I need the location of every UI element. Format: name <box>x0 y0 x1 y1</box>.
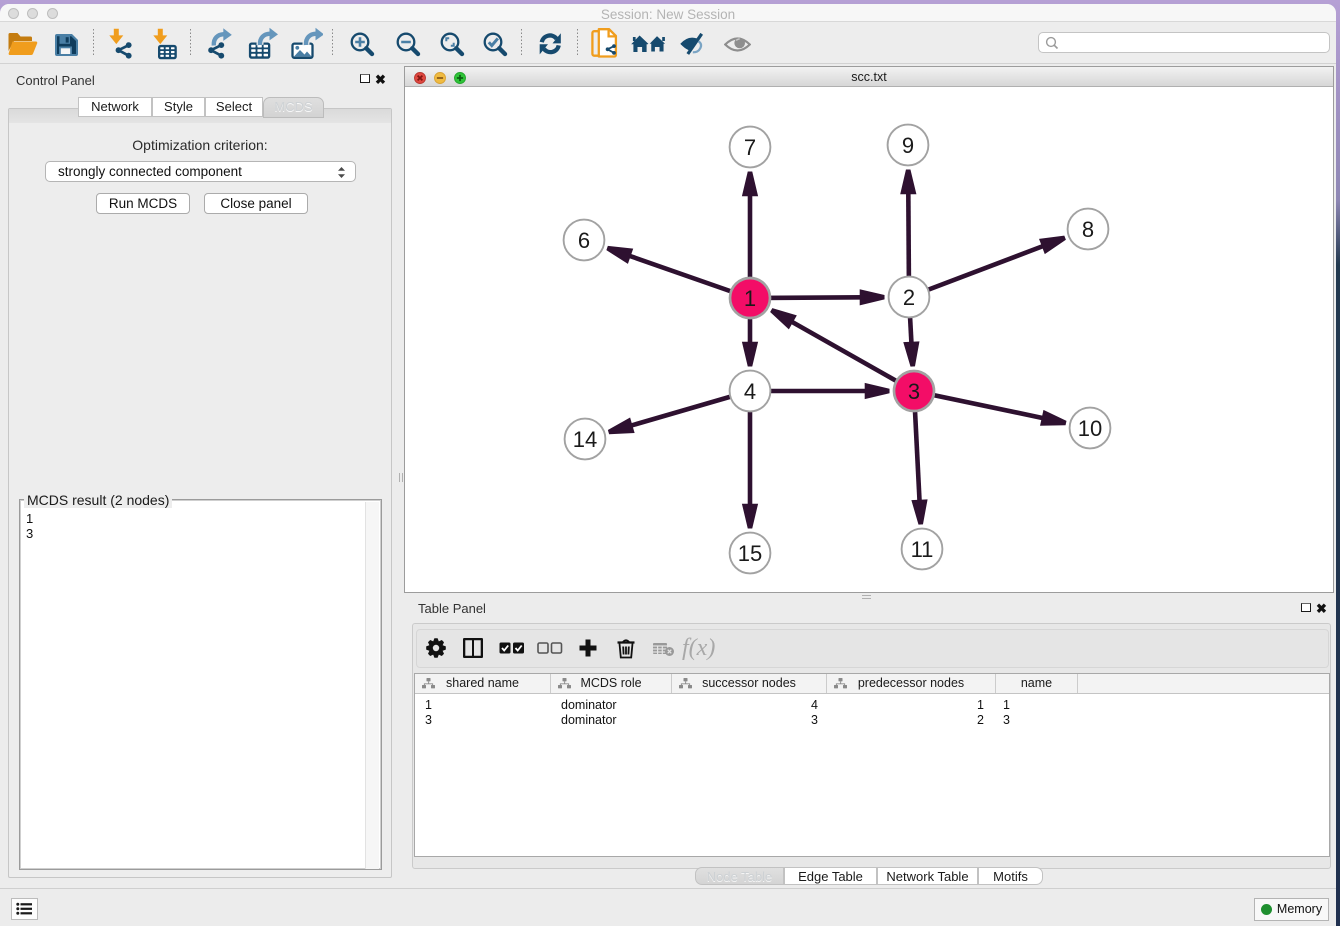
svg-text:10: 10 <box>1078 416 1102 441</box>
svg-text:6: 6 <box>578 228 590 253</box>
svg-text:4: 4 <box>744 379 756 404</box>
svg-text:f(x): f(x) <box>682 635 715 661</box>
svg-text:1: 1 <box>744 286 756 311</box>
svg-text:2: 2 <box>903 285 915 310</box>
svg-text:3: 3 <box>908 379 920 404</box>
svg-text:9: 9 <box>902 133 914 158</box>
svg-text:11: 11 <box>911 537 934 562</box>
svg-text:8: 8 <box>1082 217 1094 242</box>
svg-text:15: 15 <box>738 541 762 566</box>
svg-text:14: 14 <box>573 427 597 452</box>
svg-text:7: 7 <box>744 135 756 160</box>
